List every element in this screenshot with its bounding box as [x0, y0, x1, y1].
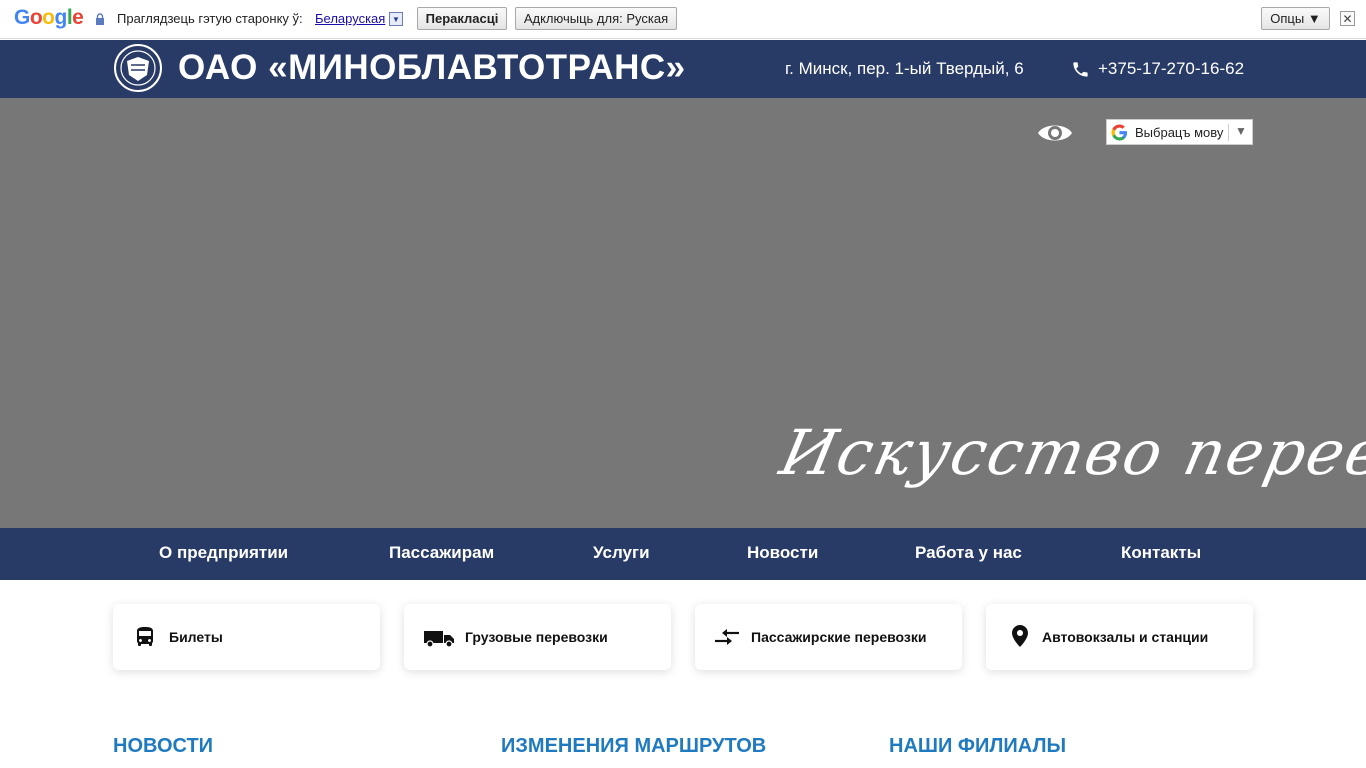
- phone-icon: [1073, 62, 1088, 77]
- nav-item-careers[interactable]: Работа у нас: [915, 543, 1022, 563]
- card-label: Автовокзалы и станции: [1042, 629, 1209, 645]
- exchange-arrows-icon: [715, 629, 739, 645]
- header-address: г. Минск, пер. 1-ый Твердый, 6: [785, 59, 1024, 78]
- card-label: Билеты: [169, 629, 223, 645]
- card-tickets[interactable]: Билеты: [113, 604, 380, 670]
- hero-slogan: Искусство перевозок: [774, 416, 1366, 489]
- section-title-route-changes[interactable]: ИЗМЕНЕНИЯ МАРШРУТОВ: [501, 735, 766, 758]
- eye-icon[interactable]: [1036, 120, 1074, 146]
- header-phone[interactable]: +375-17-270-16-62: [1098, 59, 1244, 79]
- google-logo: Google: [14, 6, 84, 29]
- translate-prompt: Праглядзець гэтую старонку ў:: [117, 11, 303, 26]
- section-title-branches[interactable]: НАШИ ФИЛИАЛЫ: [889, 735, 1066, 758]
- nav-item-services[interactable]: Услуги: [593, 543, 650, 563]
- card-passenger-transport[interactable]: Пассажирские перевозки: [695, 604, 962, 670]
- card-label: Пассажирские перевозки: [751, 629, 927, 645]
- nav-item-passengers[interactable]: Пассажирам: [389, 543, 494, 563]
- translate-button[interactable]: Перакласці: [417, 7, 507, 30]
- lock-icon: [96, 13, 104, 25]
- site-title[interactable]: ОАО «МИНОБЛАВТОТРАНС»: [178, 48, 686, 88]
- language-select[interactable]: Выбрацъ мову ▼: [1106, 119, 1253, 145]
- options-button[interactable]: Опцы ▼: [1261, 7, 1330, 30]
- chevron-down-icon: ▼: [1235, 124, 1247, 138]
- card-label: Грузовые перевозки: [465, 629, 608, 645]
- language-select-label: Выбрацъ мову: [1135, 125, 1224, 140]
- nav-item-news[interactable]: Новости: [747, 543, 818, 563]
- language-select-divider: [1228, 124, 1229, 141]
- card-bus-stations[interactable]: Автовокзалы и станции: [986, 604, 1253, 670]
- close-translate-bar-button[interactable]: ✕: [1340, 11, 1355, 26]
- google-g-icon: [1111, 124, 1128, 141]
- truck-icon: [424, 631, 454, 648]
- nav-item-about[interactable]: О предприятии: [159, 543, 288, 563]
- translate-language-link[interactable]: Беларуская: [315, 11, 385, 26]
- nav-item-contacts[interactable]: Контакты: [1121, 543, 1201, 563]
- card-cargo[interactable]: Грузовые перевозки: [404, 604, 671, 670]
- bus-icon: [137, 627, 153, 646]
- language-dropdown-icon[interactable]: ▼: [389, 12, 403, 26]
- map-pin-icon: [1012, 625, 1028, 647]
- company-emblem-icon[interactable]: [113, 43, 163, 93]
- turn-off-translate-button[interactable]: Адключыць для: Руская: [515, 7, 677, 30]
- section-title-news[interactable]: НОВОСТИ: [113, 735, 213, 758]
